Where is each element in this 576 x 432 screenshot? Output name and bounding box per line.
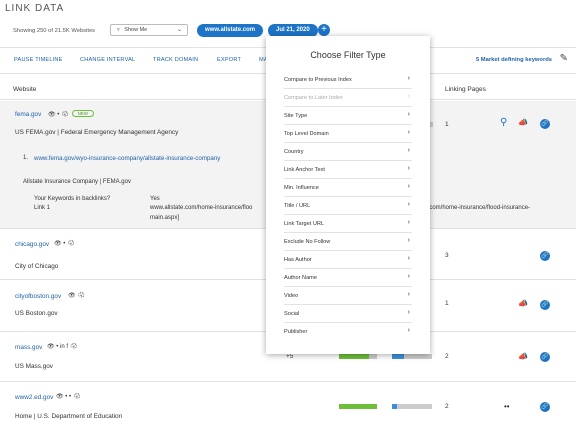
expanded-link-url[interactable]: www.fema.gov/wyo-insurance-company/allst…: [34, 155, 220, 162]
link-icon[interactable]: 🔗: [540, 300, 550, 310]
chevron-right-icon: ›: [407, 93, 410, 100]
filter-option-exclude-nofollow[interactable]: Exclude No Follow ›: [284, 233, 412, 251]
chevron-right-icon: ›: [407, 165, 410, 172]
filter-option-publisher[interactable]: Publisher ›: [284, 323, 412, 341]
filter-type-dropdown: Choose Filter Type Compare to Previous I…: [266, 36, 430, 354]
face-icon: ••: [504, 402, 510, 411]
site-icons: 👁 ☘: [68, 293, 85, 299]
filter-option-country[interactable]: Country ›: [284, 143, 412, 161]
expanded-link-index: 1.: [23, 155, 29, 161]
filter-icon: ▿: [117, 27, 120, 33]
link-value: www.allstate.com/home-insurance/floo: [150, 205, 253, 211]
chevron-right-icon: ›: [407, 291, 410, 298]
link-label: Link 1: [34, 205, 51, 211]
filter-option-compare-previous[interactable]: Compare to Previous Index ›: [284, 71, 412, 89]
filter-option-social[interactable]: Social ›: [284, 305, 412, 323]
add-filter-button[interactable]: +: [318, 24, 330, 36]
filter-option-anchor-text[interactable]: Link Anchor Text ›: [284, 161, 412, 179]
chevron-down-icon: ⌄: [176, 27, 182, 33]
site-description: US Mass.gov: [15, 363, 54, 370]
chevron-right-icon: ›: [407, 75, 410, 82]
chevron-right-icon: ›: [407, 327, 410, 334]
link-icon[interactable]: 🔗: [540, 119, 550, 129]
expanded-page-title: Allstate Insurance Company | FEMA.gov: [23, 179, 131, 185]
filter-option-min-influence[interactable]: Min. Influence ›: [284, 179, 412, 197]
filter-option-compare-later: Compare to Later Index ›: [284, 89, 412, 107]
bar-secondary: [392, 354, 432, 359]
link-value-right: nce.com/home-insurance/flood-insurance-: [418, 205, 531, 211]
filter-option-author-name[interactable]: Author Name ›: [284, 269, 412, 287]
chevron-right-icon: ›: [407, 183, 410, 190]
link-icon[interactable]: 🔗: [540, 251, 550, 261]
bar-secondary: [392, 404, 432, 409]
site-icons: 👁 • • ☘: [56, 394, 81, 400]
site-link[interactable]: fema.gov: [15, 111, 41, 118]
chevron-right-icon: ›: [407, 273, 410, 280]
filter-option-site-type[interactable]: Site Type ›: [284, 107, 412, 125]
chevron-right-icon: ›: [407, 111, 410, 118]
zoom-icon[interactable]: ⚲: [500, 117, 507, 128]
keywords-label: Your Keywords in backlinks?: [34, 196, 111, 202]
link-icon[interactable]: 🔗: [540, 402, 550, 412]
linking-pages-value: 2: [445, 353, 449, 360]
site-link[interactable]: chicago.gov: [15, 241, 49, 248]
track-domain-button[interactable]: TRACK DOMAIN: [153, 57, 198, 63]
link-icon[interactable]: 🔗: [540, 352, 550, 362]
site-link[interactable]: cityofboston.gov: [15, 293, 61, 300]
export-button[interactable]: EXPORT: [217, 57, 241, 63]
pause-timeline-button[interactable]: PAUSE TIMELINE: [14, 57, 63, 63]
filter-option-link-target-url[interactable]: Link Target URL ›: [284, 215, 412, 233]
bar-primary: [339, 404, 377, 409]
filter-option-has-author[interactable]: Has Author ›: [284, 251, 412, 269]
site-link[interactable]: www2.ed.gov: [15, 394, 53, 401]
linking-pages-value: 3: [445, 252, 449, 259]
site-description: US FEMA.gov | Federal Emergency Manageme…: [15, 129, 179, 136]
megaphone-icon[interactable]: 📣: [518, 299, 528, 308]
chevron-right-icon: ›: [407, 201, 410, 208]
linking-pages-value: 1: [445, 121, 449, 128]
megaphone-icon[interactable]: 📣: [518, 352, 528, 361]
filter-option-video[interactable]: Video ›: [284, 287, 412, 305]
chevron-right-icon: ›: [407, 129, 410, 136]
site-description: US Boston.gov: [15, 310, 58, 317]
keywords-value: Yes: [150, 196, 160, 202]
chevron-right-icon: ›: [407, 309, 410, 316]
site-link[interactable]: mass.gov: [15, 344, 42, 351]
change-interval-button[interactable]: CHANGE INTERVAL: [80, 57, 135, 63]
dropdown-title: Choose Filter Type: [310, 50, 386, 60]
column-linking-pages[interactable]: Linking Pages: [445, 86, 486, 93]
show-me-select[interactable]: ▿ Show Me ⌄: [110, 24, 188, 36]
chevron-right-icon: ›: [407, 237, 410, 244]
chevron-right-icon: ›: [407, 255, 410, 262]
market-keywords-link[interactable]: 5 Market defining keywords: [476, 57, 552, 63]
filter-option-tld[interactable]: Top Level Domain ›: [284, 125, 412, 143]
site-icons: 👁 • ☘: [54, 241, 75, 247]
site-icons: 👁 • in f ☘: [47, 344, 78, 350]
domain-pill[interactable]: www.allstate.com: [197, 24, 264, 37]
site-icons: 👁 • ☘ NEW: [48, 110, 94, 118]
megaphone-icon[interactable]: 📣: [518, 118, 528, 127]
site-description: Home | U.S. Department of Education: [15, 413, 123, 420]
table-row[interactable]: www2.ed.gov 👁 • • ☘ Home | U.S. Departme…: [0, 383, 576, 432]
showing-count: Showing 250 of 21.5K Websites: [13, 28, 96, 34]
bar-primary: [339, 354, 377, 359]
page-title: LINK DATA: [5, 3, 65, 14]
linking-pages-value: 2: [445, 403, 449, 410]
linking-pages-value: 1: [445, 300, 449, 307]
filter-option-title-url[interactable]: Title / URL ›: [284, 197, 412, 215]
show-me-label: Show Me: [124, 27, 148, 33]
link-value-continued: main.aspx]: [150, 215, 180, 221]
pencil-icon[interactable]: ✎: [560, 53, 568, 64]
chevron-right-icon: ›: [407, 219, 410, 226]
new-badge: NEW: [71, 110, 94, 117]
change-value: +5: [286, 353, 294, 360]
chevron-right-icon: ›: [407, 147, 410, 154]
site-description: City of Chicago: [15, 263, 59, 270]
column-website[interactable]: Website: [13, 86, 36, 93]
